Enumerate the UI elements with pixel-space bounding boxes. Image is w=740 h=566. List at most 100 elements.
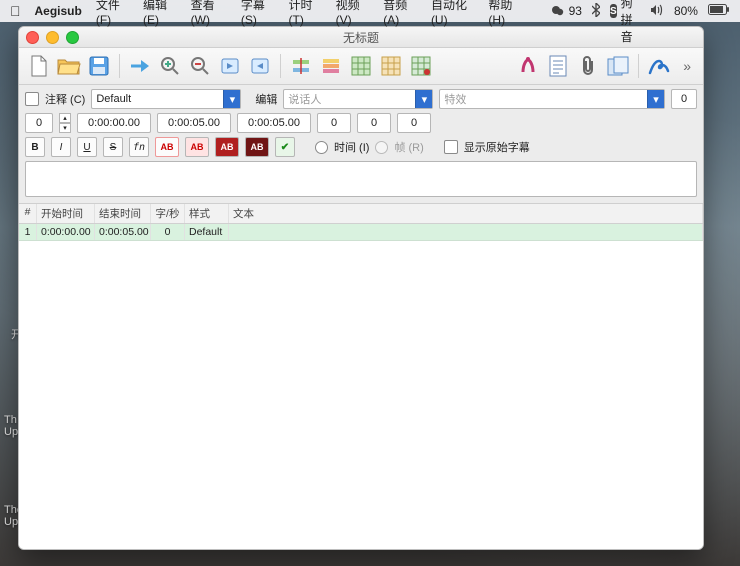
attachments-button[interactable]	[576, 54, 600, 78]
margin-vert-input[interactable]: 0	[397, 113, 431, 133]
layer-spinner[interactable]: ▴▾	[59, 113, 71, 133]
subtitle-edit-panel: 注释 (C) Default ▾ 编辑 说话人 ▾ 特效 ▾ 0 0 ▴▾	[19, 85, 703, 204]
subtitles-grid-button-3[interactable]	[409, 54, 433, 78]
commit-button[interactable]: ✔	[275, 137, 295, 157]
start-time-input[interactable]: 0:00:00.00	[77, 113, 151, 133]
by-frame-label: 帧 (R)	[394, 139, 423, 155]
style-combo[interactable]: Default ▾	[91, 89, 241, 109]
save-file-button[interactable]	[87, 54, 111, 78]
primary-color-button[interactable]: AB	[155, 137, 179, 157]
grid-empty-area[interactable]	[19, 241, 703, 550]
shadow-color-button[interactable]: AB	[245, 137, 269, 157]
col-style[interactable]: 样式	[185, 204, 229, 223]
new-file-button[interactable]	[27, 54, 51, 78]
actor-placeholder: 说话人	[284, 91, 415, 107]
underline-button[interactable]: U	[77, 137, 97, 157]
toolbar-overflow[interactable]: »	[679, 58, 695, 74]
comment-checkbox[interactable]	[25, 92, 39, 106]
volume-icon[interactable]	[650, 4, 664, 19]
grid-row[interactable]: 1 0:00:00.00 0:00:05.00 0 Default	[19, 224, 703, 241]
effect-combo[interactable]: 特效 ▾	[439, 89, 665, 109]
window-close-button[interactable]	[26, 31, 39, 44]
ass-override-button[interactable]	[516, 54, 540, 78]
col-end[interactable]: 结束时间	[95, 204, 151, 223]
properties-button[interactable]	[546, 54, 570, 78]
italic-button[interactable]: I	[51, 137, 71, 157]
grid-header: # 开始时间 结束时间 字/秒 样式 文本	[19, 204, 703, 224]
subtitle-grid: # 开始时间 结束时间 字/秒 样式 文本 1 0:00:00.00 0:00:…	[19, 204, 703, 550]
jump-video-end-button[interactable]	[248, 54, 272, 78]
actor-combo[interactable]: 说话人 ▾	[283, 89, 433, 109]
edit-button-label[interactable]: 编辑	[255, 91, 277, 107]
subtitle-text-input[interactable]	[25, 161, 697, 197]
automation-button[interactable]	[647, 54, 671, 78]
open-file-button[interactable]	[57, 54, 81, 78]
col-num[interactable]: #	[19, 204, 37, 223]
wechat-count: 93	[569, 4, 582, 18]
menu-view[interactable]: 查看 (W)	[191, 0, 227, 27]
cell-end: 0:00:05.00	[95, 224, 151, 240]
duration-input[interactable]: 0:00:05.00	[237, 113, 311, 133]
zoom-in-button[interactable]	[158, 54, 182, 78]
app-name[interactable]: Aegisub	[35, 4, 82, 18]
fonts-collector-button[interactable]	[606, 54, 630, 78]
main-toolbar: »	[19, 48, 703, 85]
status-area: 93 S 搜狗拼音 80%	[551, 0, 730, 45]
menu-audio[interactable]: 音频 (A)	[383, 0, 417, 27]
battery-percent: 80%	[674, 4, 698, 18]
menu-file[interactable]: 文件 (F)	[96, 0, 129, 27]
chevron-down-icon: ▾	[415, 90, 432, 108]
menu-edit[interactable]: 编辑 (E)	[143, 0, 177, 27]
menu-help[interactable]: 帮助 (H)	[488, 0, 522, 27]
macos-menu-bar:  Aegisub 文件 (F) 编辑 (E) 查看 (W) 字幕 (S) 计时…	[0, 0, 740, 22]
wechat-status[interactable]: 93	[551, 4, 582, 18]
menu-subtitle[interactable]: 字幕 (S)	[241, 0, 275, 27]
show-original-checkbox[interactable]	[444, 140, 458, 154]
shift-times-button[interactable]	[289, 54, 313, 78]
style-value: Default	[92, 93, 223, 105]
bold-button[interactable]: B	[25, 137, 45, 157]
show-original-label: 显示原始字幕	[464, 139, 530, 155]
cell-style: Default	[185, 224, 229, 240]
bluetooth-icon[interactable]	[592, 3, 600, 20]
col-text[interactable]: 文本	[229, 204, 703, 223]
zoom-out-button[interactable]	[188, 54, 212, 78]
margin-left-input[interactable]: 0	[317, 113, 351, 133]
secondary-color-button[interactable]: AB	[185, 137, 209, 157]
input-method[interactable]: S 搜狗拼音	[610, 0, 640, 45]
subtitles-grid-button-1[interactable]	[349, 54, 373, 78]
window-title: 无标题	[343, 29, 379, 46]
by-time-radio[interactable]	[315, 141, 328, 154]
window-zoom-button[interactable]	[66, 31, 79, 44]
cell-num: 1	[19, 224, 37, 240]
strike-button[interactable]: S	[103, 137, 123, 157]
desktop-text-fragment: Th Up	[4, 414, 18, 438]
jump-video-start-button[interactable]	[218, 54, 242, 78]
chars-per-sec-display: 0	[671, 89, 697, 109]
chevron-down-icon: ▾	[647, 90, 664, 108]
by-frame-radio[interactable]	[375, 141, 388, 154]
cell-start: 0:00:00.00	[37, 224, 95, 240]
battery-icon[interactable]	[708, 4, 730, 18]
col-start[interactable]: 开始时间	[37, 204, 95, 223]
outline-color-button[interactable]: AB	[215, 137, 239, 157]
comment-label: 注释 (C)	[45, 91, 85, 107]
menu-timing[interactable]: 计时 (T)	[289, 0, 322, 27]
jump-to-button[interactable]	[128, 54, 152, 78]
effect-placeholder: 特效	[440, 91, 647, 107]
cell-cps: 0	[151, 224, 185, 240]
cell-text	[229, 224, 703, 240]
font-name-button[interactable]: fn	[129, 137, 149, 157]
ime-name: 搜狗拼音	[621, 0, 640, 45]
menu-automation[interactable]: 自动化 (U)	[431, 0, 474, 27]
by-time-label: 时间 (I)	[334, 139, 369, 155]
menu-video[interactable]: 视频 (V)	[336, 0, 370, 27]
subtitles-grid-button-2[interactable]	[379, 54, 403, 78]
window-minimize-button[interactable]	[46, 31, 59, 44]
end-time-input[interactable]: 0:00:05.00	[157, 113, 231, 133]
styles-manager-button[interactable]	[319, 54, 343, 78]
margin-right-input[interactable]: 0	[357, 113, 391, 133]
apple-menu[interactable]: 	[10, 4, 21, 18]
col-cps[interactable]: 字/秒	[151, 204, 185, 223]
layer-input[interactable]: 0	[25, 113, 53, 133]
